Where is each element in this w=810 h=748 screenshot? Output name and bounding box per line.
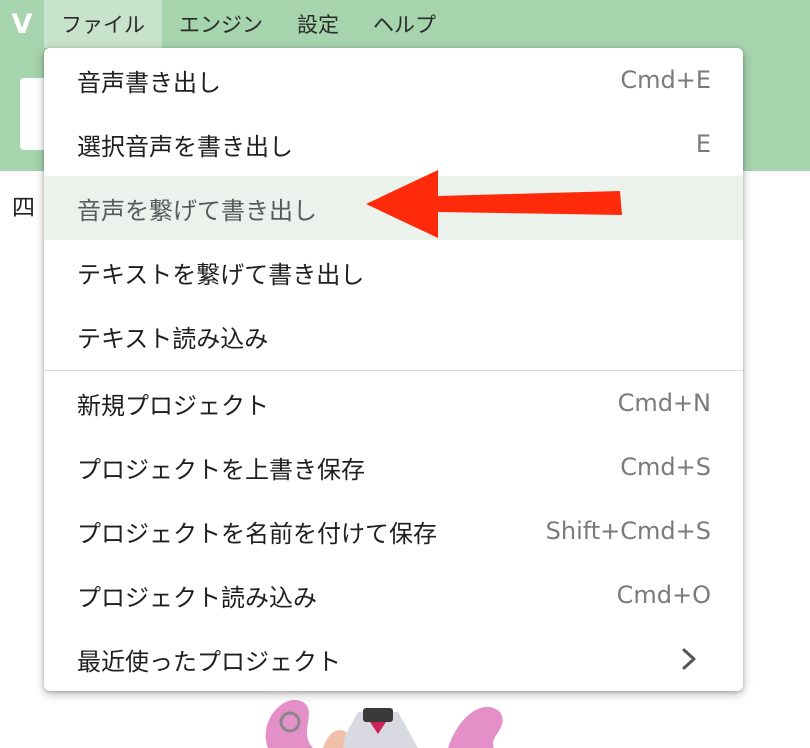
menu-item-label: プロジェクトを上書き保存 [77,455,365,484]
menu-item-label: プロジェクトを名前を付けて保存 [77,519,437,548]
menu-item-import-text[interactable]: テキスト読み込み [44,304,743,368]
menu-item-label: 最近使ったプロジェクト [77,647,341,676]
menubar: V ファイル エンジン 設定 ヘルプ [0,0,810,48]
menu-item-save-project[interactable]: プロジェクトを上書き保存 Cmd+S [44,435,743,499]
menu-engine[interactable]: エンジン [162,0,280,48]
menu-item-shortcut: Cmd+E [620,66,711,94]
menu-item-recent-projects[interactable]: 最近使ったプロジェクト [44,627,743,691]
menu-item-save-project-as[interactable]: プロジェクトを名前を付けて保存 Shift+Cmd+S [44,499,743,563]
menu-item-label: テキストを繋げて書き出し [77,260,365,289]
menu-item-export-audio[interactable]: 音声書き出し Cmd+E [44,48,743,112]
menu-item-shortcut: Cmd+N [617,389,711,417]
app-logo: V [11,8,33,40]
menu-item-label: 選択音声を書き出し [77,132,293,161]
menu-item-shortcut: Cmd+O [616,581,711,609]
menu-file[interactable]: ファイル [44,0,162,48]
menu-item-open-project[interactable]: プロジェクト読み込み Cmd+O [44,563,743,627]
menu-item-label: 新規プロジェクト [77,391,269,420]
menu-item-label: プロジェクト読み込み [77,583,317,612]
menu-settings[interactable]: 設定 [280,0,356,48]
chevron-right-icon [682,648,696,670]
menu-item-shortcut: E [695,130,711,158]
menu-item-new-project[interactable]: 新規プロジェクト Cmd+N [44,371,743,435]
menu-item-label: 音声を繋げて書き出し [77,196,317,225]
menu-item-label: テキスト読み込み [77,324,269,353]
red-arrow-annotation [366,170,622,238]
menu-item-shortcut: Shift+Cmd+S [545,517,711,545]
file-menu-dropdown: 音声書き出し Cmd+E 選択音声を書き出し E 音声を繋げて書き出し テキスト… [44,48,743,691]
background-text: 四 [12,195,35,221]
menu-item-shortcut: Cmd+S [620,453,711,481]
menu-item-export-connected-text[interactable]: テキストを繋げて書き出し [44,240,743,304]
menu-help[interactable]: ヘルプ [356,0,453,48]
menu-item-label: 音声書き出し [77,68,221,97]
